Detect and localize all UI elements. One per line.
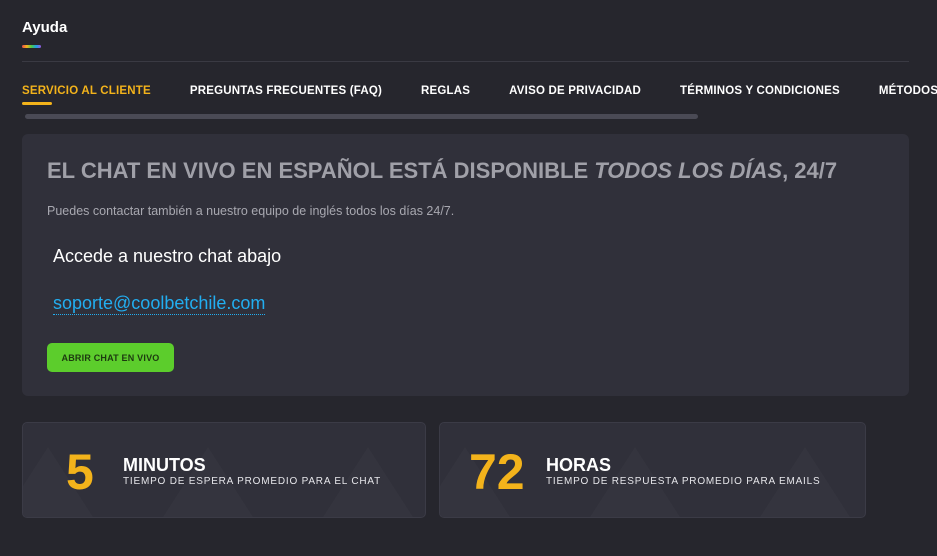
tab-metodos[interactable]: MÉTODOS xyxy=(879,85,937,105)
chat-heading-main: EL CHAT EN VIVO EN ESPAÑOL ESTÁ DISPONIB… xyxy=(47,158,595,183)
tab-terminos-y-condiciones[interactable]: TÉRMINOS Y CONDICIONES xyxy=(680,85,840,105)
stat-card-email-response: 72 HORAS TIEMPO DE RESPUESTA PROMEDIO PA… xyxy=(439,422,866,518)
tab-servicio-al-cliente[interactable]: SERVICIO AL CLIENTE xyxy=(22,85,151,105)
stat-number: 72 xyxy=(469,444,525,500)
help-tabs: SERVICIO AL CLIENTE PREGUNTAS FRECUENTES… xyxy=(22,85,937,105)
stat-number: 5 xyxy=(66,444,94,500)
stat-description: TIEMPO DE RESPUESTA PROMEDIO PARA EMAILS xyxy=(546,476,821,487)
chat-access-text: Accede a nuestro chat abajo xyxy=(53,246,282,266)
live-chat-card: EL CHAT EN VIVO EN ESPAÑOL ESTÁ DISPONIB… xyxy=(22,134,909,396)
chat-heading: EL CHAT EN VIVO EN ESPAÑOL ESTÁ DISPONIB… xyxy=(47,158,837,184)
tab-preguntas-frecuentes[interactable]: PREGUNTAS FRECUENTES (FAQ) xyxy=(190,85,382,105)
tab-reglas[interactable]: REGLAS xyxy=(421,85,470,105)
stat-description: TIEMPO DE ESPERA PROMEDIO PARA EL CHAT xyxy=(123,476,382,487)
chat-heading-suffix: , 24/7 xyxy=(782,158,838,183)
tabs-scrollbar[interactable] xyxy=(25,114,698,119)
header-divider xyxy=(22,61,909,62)
support-email-link[interactable]: soporte@coolbetchile.com xyxy=(53,293,266,315)
page-title: Ayuda xyxy=(22,19,68,36)
stat-unit: HORAS xyxy=(546,455,612,475)
chat-subtitle: Puedes contactar también a nuestro equip… xyxy=(47,204,455,218)
stat-unit: MINUTOS xyxy=(123,455,206,475)
tab-aviso-de-privacidad[interactable]: AVISO DE PRIVACIDAD xyxy=(509,85,641,105)
chat-heading-emphasis: TODOS LOS DÍAS xyxy=(594,158,783,183)
title-underline xyxy=(22,45,41,48)
open-live-chat-button[interactable]: ABRIR CHAT EN VIVO xyxy=(47,343,174,372)
stat-card-chat-wait: 5 MINUTOS TIEMPO DE ESPERA PROMEDIO PARA… xyxy=(22,422,426,518)
